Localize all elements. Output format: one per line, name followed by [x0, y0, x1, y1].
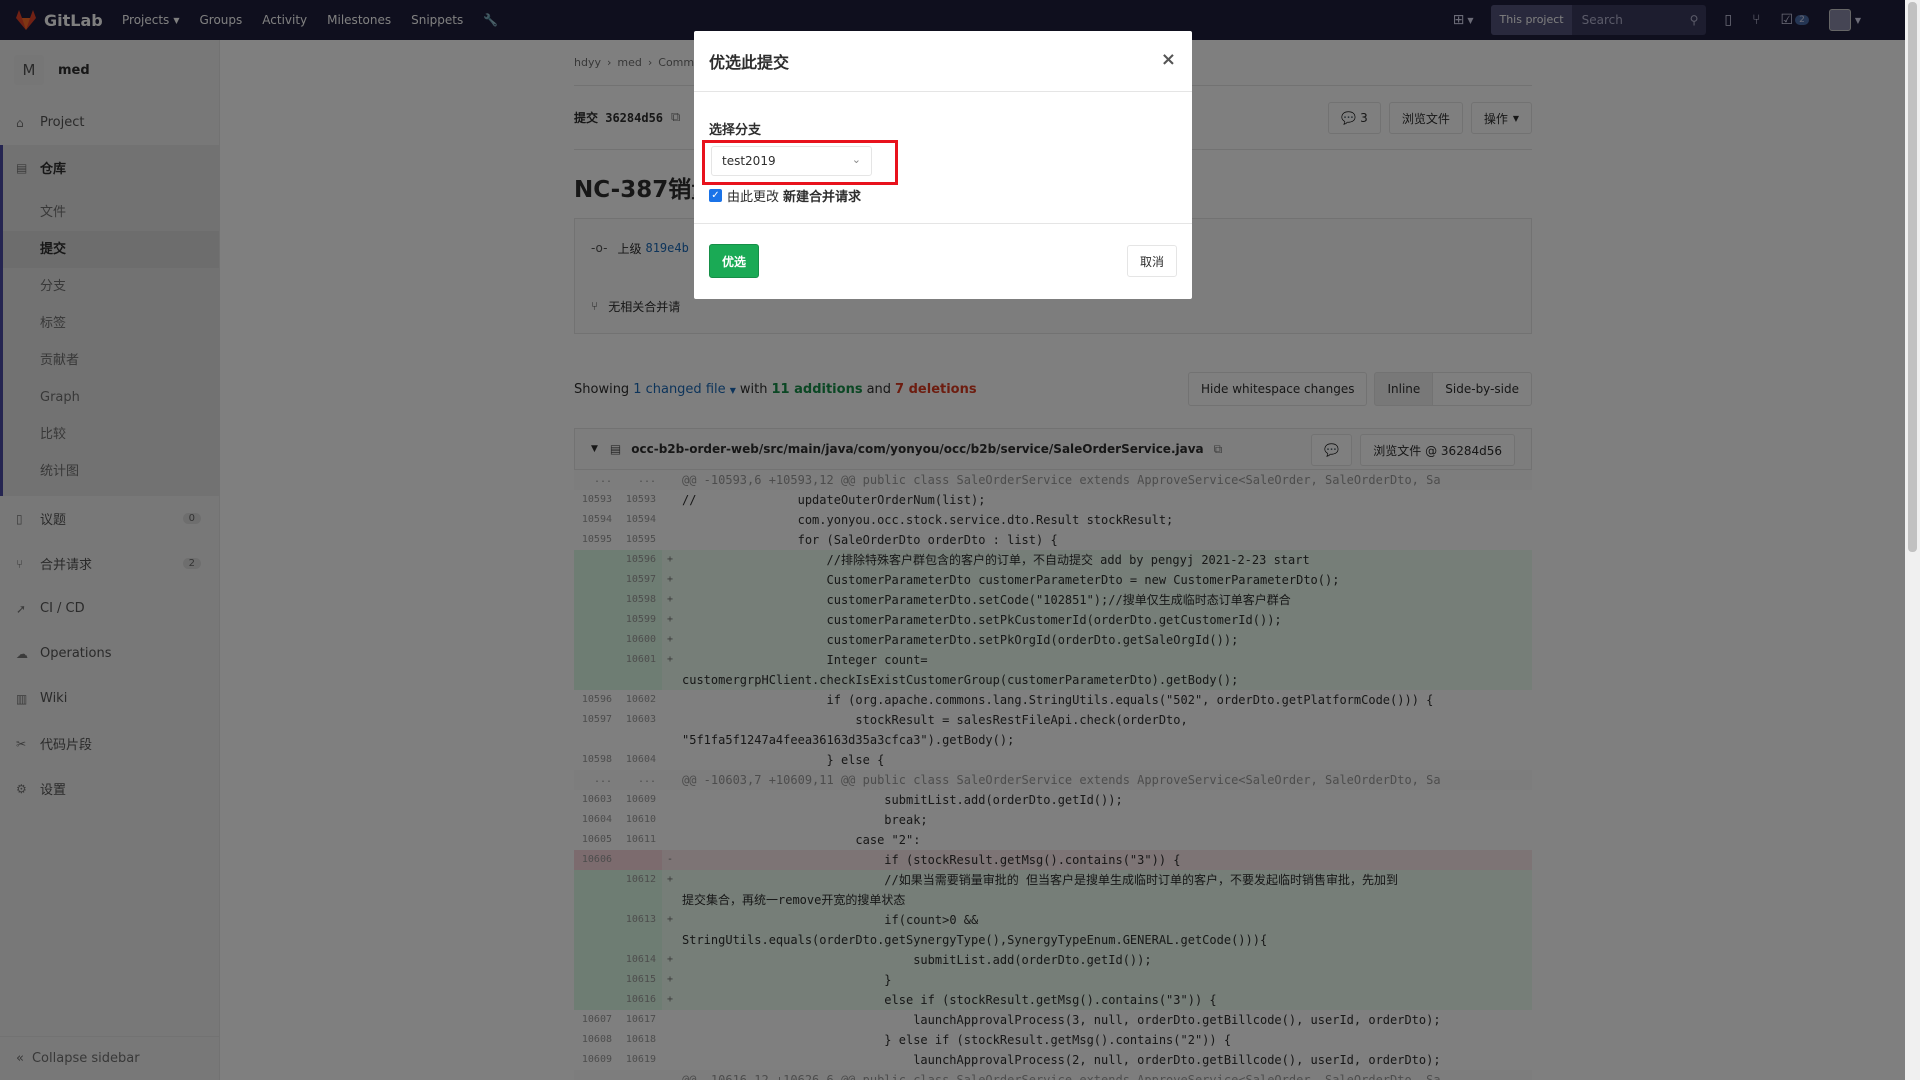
checkbox-label-strong: 新建合并请求: [783, 190, 862, 205]
modal-title: 优选此提交: [709, 53, 790, 72]
page-scrollbar[interactable]: [1905, 0, 1920, 1080]
branch-label: 选择分支: [709, 123, 762, 138]
cancel-button[interactable]: 取消: [1126, 245, 1177, 277]
annotation-highlight-box: [702, 140, 898, 185]
create-mr-checkbox[interactable]: ✓: [709, 189, 722, 202]
modal-footer: 优选 取消: [694, 224, 1192, 298]
create-mr-checkbox-row: ✓ 由此更改 新建合并请求: [709, 186, 1177, 205]
close-icon[interactable]: ×: [1161, 49, 1176, 70]
cherry-pick-submit-button[interactable]: 优选: [709, 244, 760, 278]
scrollbar-thumb[interactable]: [1908, 2, 1917, 552]
checkbox-label: 由此更改: [727, 190, 780, 205]
modal-header: 优选此提交 ×: [694, 31, 1192, 92]
